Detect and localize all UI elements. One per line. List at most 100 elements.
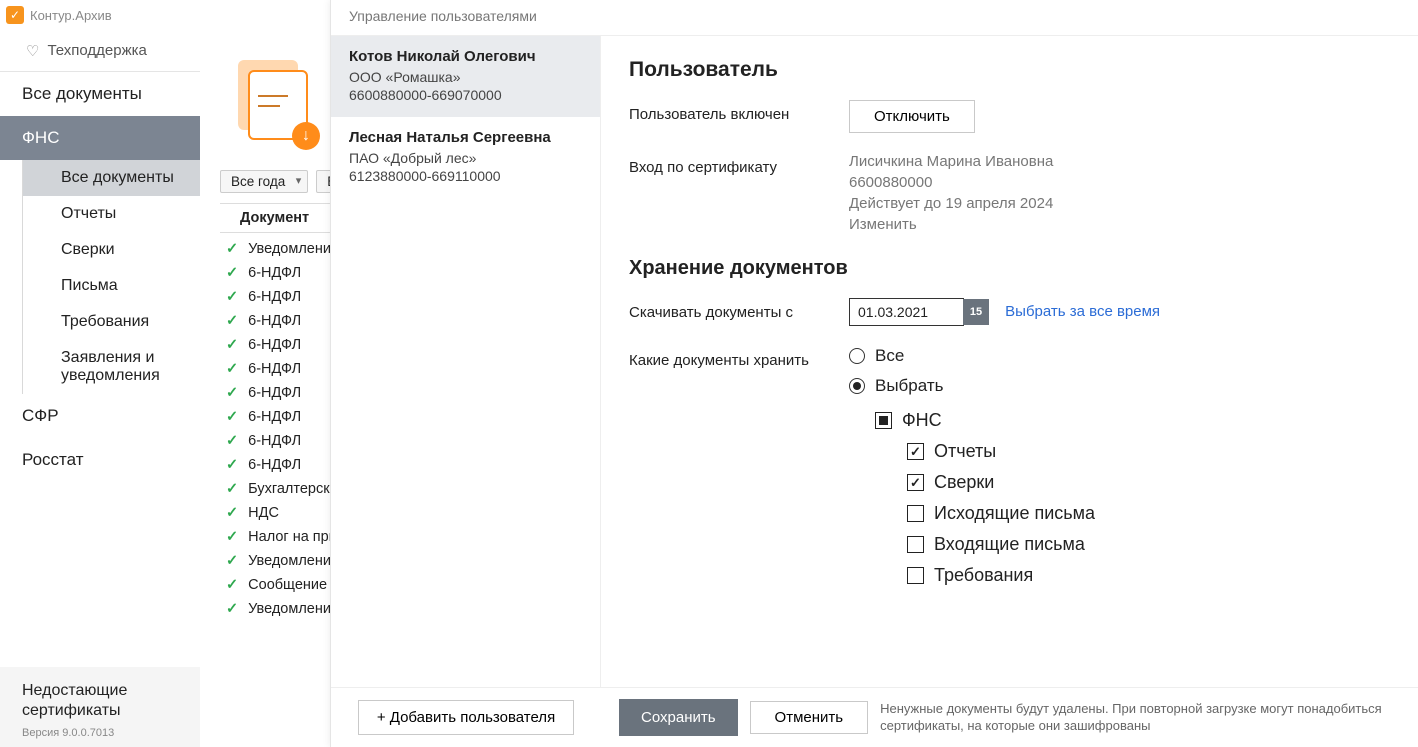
checkbox-indeterminate-icon: [875, 412, 892, 429]
nav-fns-reports[interactable]: Отчеты: [22, 196, 200, 232]
version-label: Версия 9.0.0.7013: [22, 727, 178, 739]
app-logo-icon: ✓: [6, 6, 24, 24]
download-from-date-input[interactable]: 01.03.2021: [849, 298, 964, 326]
app-title: Контур.Архив: [30, 8, 112, 23]
user-card[interactable]: Котов Николай ОлеговичООО «Ромашка»66008…: [331, 36, 600, 117]
doc-name: 6-НДФЛ: [248, 433, 301, 449]
radio-select[interactable]: Выбрать: [849, 376, 1390, 396]
check-icon: ✓: [226, 601, 238, 617]
download-from-label: Скачивать документы с: [629, 298, 849, 321]
heading-storage: Хранение документов: [629, 257, 1390, 280]
checkbox-checked-icon: [907, 443, 924, 460]
radio-icon: [849, 378, 865, 394]
tree-demands-label: Требования: [934, 565, 1033, 586]
check-icon: ✓: [226, 409, 238, 425]
cert-login-label: Вход по сертификату: [629, 153, 849, 176]
nav-rosstat[interactable]: Росстат: [0, 438, 200, 482]
tree-fns[interactable]: ФНС: [875, 410, 1390, 431]
select-all-time-link[interactable]: Выбрать за все время: [1005, 303, 1160, 320]
download-icon: ↓: [292, 122, 320, 150]
doc-name: 6-НДФЛ: [248, 313, 301, 329]
check-icon: ✓: [226, 289, 238, 305]
missing-certs-link[interactable]: Недостающие сертификаты: [22, 681, 178, 721]
user-ids: 6123880000-669110000: [349, 168, 582, 184]
tree-fns-label: ФНС: [902, 410, 942, 431]
add-user-area: + Добавить пользователя: [331, 687, 601, 747]
user-name: Котов Николай Олегович: [349, 48, 582, 65]
doc-name: 6-НДФЛ: [248, 457, 301, 473]
doc-name: 6-НДФЛ: [248, 289, 301, 305]
check-icon: ✓: [226, 553, 238, 569]
nav-all-documents[interactable]: Все документы: [0, 72, 200, 116]
doc-name: 6-НДФЛ: [248, 361, 301, 377]
user-list: Котов Николай ОлеговичООО «Ромашка»66008…: [331, 36, 601, 687]
tree-reports-label: Отчеты: [934, 441, 996, 462]
radio-select-label: Выбрать: [875, 376, 943, 396]
cert-valid-until: Действует до 19 апреля 2024: [849, 195, 1390, 212]
cert-name: Лисичкина Марина Ивановна: [849, 153, 1390, 170]
check-icon: ✓: [226, 433, 238, 449]
checkbox-icon: [907, 536, 924, 553]
tree-demands[interactable]: Требования: [907, 565, 1390, 586]
check-icon: ✓: [226, 361, 238, 377]
nav-fns-letters[interactable]: Письма: [22, 268, 200, 304]
check-icon: ✓: [226, 337, 238, 353]
radio-all-label: Все: [875, 346, 904, 366]
save-button[interactable]: Сохранить: [619, 699, 738, 736]
heart-icon: ♡: [26, 42, 39, 60]
tree-recon-label: Сверки: [934, 472, 994, 493]
tree-reports[interactable]: Отчеты: [907, 441, 1390, 462]
tree-recon[interactable]: Сверки: [907, 472, 1390, 493]
tree-out-letters[interactable]: Исходящие письма: [907, 503, 1390, 524]
nav-fns-recon[interactable]: Сверки: [22, 232, 200, 268]
nav-sfr[interactable]: СФР: [0, 394, 200, 438]
user-management-overlay: Управление пользователями Котов Николай …: [330, 0, 1418, 747]
heading-user: Пользователь: [629, 58, 1390, 82]
radio-icon: [849, 348, 865, 364]
tree-out-letters-label: Исходящие письма: [934, 503, 1095, 524]
doc-name: 6-НДФЛ: [248, 409, 301, 425]
which-docs-label: Какие документы хранить: [629, 346, 849, 369]
footer-note: Ненужные документы будут удалены. При по…: [880, 701, 1400, 735]
tree-in-letters[interactable]: Входящие письма: [907, 534, 1390, 555]
cancel-button[interactable]: Отменить: [750, 701, 869, 734]
sidebar-footer: Недостающие сертификаты Версия 9.0.0.701…: [0, 667, 200, 747]
calendar-icon[interactable]: 15: [963, 299, 989, 325]
cert-number: 6600880000: [849, 174, 1390, 191]
check-icon: ✓: [226, 241, 238, 257]
cert-change-link[interactable]: Изменить: [849, 216, 1390, 233]
doc-name: НДС: [248, 505, 279, 521]
tree-in-letters-label: Входящие письма: [934, 534, 1085, 555]
check-icon: ✓: [226, 481, 238, 497]
check-icon: ✓: [226, 385, 238, 401]
check-icon: ✓: [226, 577, 238, 593]
user-ids: 6600880000-669070000: [349, 87, 582, 103]
doc-name: 6-НДФЛ: [248, 337, 301, 353]
year-filter[interactable]: Все года: [220, 170, 308, 193]
nav-fns-all[interactable]: Все документы: [22, 160, 200, 196]
sidebar: Все документы ФНС Все документы Отчеты С…: [0, 72, 200, 747]
nav-fns-apps[interactable]: Заявления и уведомления: [22, 340, 200, 394]
radio-all[interactable]: Все: [849, 346, 1390, 366]
nav-fns-demands[interactable]: Требования: [22, 304, 200, 340]
user-card[interactable]: Лесная Наталья Сергеевна ПАО «Добрый лес»…: [331, 117, 600, 198]
doc-name: 6-НДФЛ: [248, 385, 301, 401]
check-icon: ✓: [226, 505, 238, 521]
user-name: Лесная Наталья Сергеевна: [349, 129, 582, 146]
checkbox-icon: [907, 567, 924, 584]
check-icon: ✓: [226, 265, 238, 281]
overlay-title: Управление пользователями: [331, 0, 1418, 36]
check-icon: ✓: [226, 529, 238, 545]
check-icon: ✓: [226, 313, 238, 329]
documents-illustration-icon: ↓: [230, 60, 320, 150]
check-icon: ✓: [226, 457, 238, 473]
checkbox-icon: [907, 505, 924, 522]
doc-type-tree: ФНС Отчеты Сверки Исходящи: [875, 410, 1390, 586]
nav-fns[interactable]: ФНС: [0, 116, 200, 160]
add-user-button[interactable]: + Добавить пользователя: [358, 700, 574, 735]
checkbox-checked-icon: [907, 474, 924, 491]
cert-info: Лисичкина Марина Ивановна 6600880000 Дей…: [849, 153, 1390, 237]
enabled-label: Пользователь включен: [629, 100, 849, 123]
disable-button[interactable]: Отключить: [849, 100, 975, 133]
user-company: ПАО «Добрый лес»: [349, 150, 582, 166]
